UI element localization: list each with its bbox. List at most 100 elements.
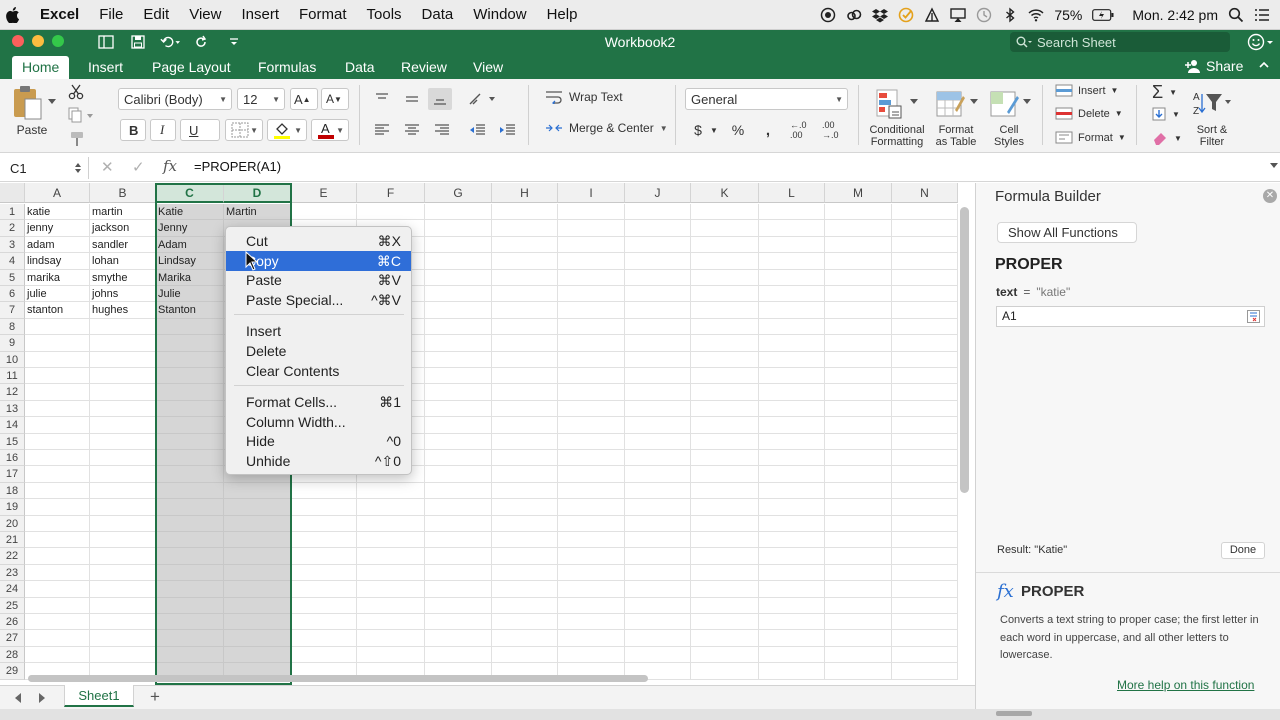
dropbox-icon[interactable] (872, 7, 889, 23)
cell-h26[interactable] (492, 614, 558, 631)
cell-a20[interactable] (25, 515, 90, 532)
cell-l13[interactable] (759, 400, 825, 418)
row-header-11[interactable]: 11 (0, 368, 25, 385)
cell-m21[interactable] (825, 532, 892, 549)
cell-n9[interactable] (892, 335, 958, 352)
search-sheet-field[interactable]: Search Sheet (1010, 32, 1230, 52)
insert-function-icon[interactable]: fx (163, 157, 177, 175)
notification-center-icon[interactable] (1254, 7, 1270, 23)
cell-l14[interactable] (759, 417, 825, 434)
wrap-text-button[interactable]: Wrap Text (545, 90, 623, 104)
row-header-7[interactable]: 7 (0, 302, 25, 319)
cell-g16[interactable] (425, 450, 492, 467)
cell-l7[interactable] (759, 302, 825, 319)
cell-b21[interactable] (90, 532, 156, 549)
cell-k2[interactable] (691, 220, 759, 237)
conditional-formatting-button[interactable] (875, 87, 905, 121)
cell-l1[interactable] (759, 204, 825, 221)
cell-i8[interactable] (558, 318, 625, 336)
cell-m23[interactable] (825, 564, 892, 582)
row-header-20[interactable]: 20 (0, 515, 25, 532)
cell-a14[interactable] (25, 417, 90, 434)
fill-color-button[interactable]: ▼ (267, 119, 307, 141)
cell-a2[interactable]: jenny (25, 220, 90, 237)
cell-n26[interactable] (892, 614, 958, 631)
zoom-window-button[interactable] (52, 35, 64, 47)
cell-n7[interactable] (892, 302, 958, 319)
cell-m27[interactable] (825, 630, 892, 647)
cell-j5[interactable] (625, 269, 691, 286)
cell-k19[interactable] (691, 499, 759, 516)
cell-l23[interactable] (759, 564, 825, 582)
cell-f27[interactable] (357, 630, 425, 647)
column-header-b[interactable]: B (90, 183, 156, 203)
cell-l3[interactable] (759, 236, 825, 254)
cell-n28[interactable] (892, 646, 958, 664)
format-as-table-chevron-icon[interactable] (970, 99, 978, 105)
cell-h11[interactable] (492, 368, 558, 385)
delete-cells-button[interactable]: Delete ▼ (1055, 107, 1123, 120)
cell-j18[interactable] (625, 482, 691, 500)
close-window-button[interactable] (12, 35, 24, 47)
comma-style-button[interactable]: , (756, 119, 780, 141)
cell-g13[interactable] (425, 400, 492, 418)
cell-j16[interactable] (625, 450, 691, 467)
cell-j13[interactable] (625, 400, 691, 418)
cell-c16[interactable] (156, 450, 224, 467)
currency-button[interactable]: $ (686, 119, 710, 141)
cut-scissors-icon[interactable] (68, 84, 84, 100)
cell-a15[interactable] (25, 433, 90, 450)
cell-c27[interactable] (156, 630, 224, 647)
cell-k29[interactable] (691, 663, 759, 680)
cell-m20[interactable] (825, 515, 892, 532)
cell-g21[interactable] (425, 532, 492, 549)
feedback-smiley-icon[interactable] (1247, 33, 1275, 51)
borders-button[interactable]: ▼ (225, 119, 263, 141)
copy-icon[interactable] (68, 107, 94, 123)
cell-h27[interactable] (492, 630, 558, 647)
cell-c12[interactable] (156, 384, 224, 401)
cell-a5[interactable]: marika (25, 269, 90, 286)
cell-h6[interactable] (492, 286, 558, 303)
cell-b20[interactable] (90, 515, 156, 532)
cell-j27[interactable] (625, 630, 691, 647)
cell-d1[interactable]: Martin (224, 204, 291, 221)
cell-b11[interactable] (90, 368, 156, 385)
cell-n2[interactable] (892, 220, 958, 237)
cell-i3[interactable] (558, 236, 625, 254)
align-top-button[interactable] (370, 88, 394, 110)
cell-c6[interactable]: Julie (156, 286, 224, 303)
row-header-6[interactable]: 6 (0, 286, 25, 303)
cell-j25[interactable] (625, 597, 691, 614)
format-painter-icon[interactable] (68, 131, 86, 147)
cell-i21[interactable] (558, 532, 625, 549)
cell-a23[interactable] (25, 564, 90, 582)
cell-i28[interactable] (558, 646, 625, 664)
cell-h24[interactable] (492, 581, 558, 598)
airplay-icon[interactable] (950, 7, 967, 23)
row-header-14[interactable]: 14 (0, 417, 25, 434)
menu-item-paste[interactable]: Paste ⌘V (226, 270, 411, 290)
cell-n3[interactable] (892, 236, 958, 254)
underline-button[interactable]: U (180, 119, 220, 141)
battery-charging-icon[interactable] (1092, 8, 1114, 21)
menu-item-cut[interactable]: Cut ⌘X (226, 231, 411, 251)
cell-c22[interactable] (156, 548, 224, 565)
cell-g1[interactable] (425, 204, 492, 221)
font-size-dropdown[interactable]: 12 ▼ (237, 88, 285, 110)
tab-data[interactable]: Data (335, 56, 385, 79)
cell-k8[interactable] (691, 318, 759, 336)
menu-item-unhide[interactable]: Unhide ^⇧0 (226, 451, 411, 471)
cell-e1[interactable] (291, 204, 357, 221)
tab-review[interactable]: Review (391, 56, 457, 79)
cell-g19[interactable] (425, 499, 492, 516)
close-pane-icon[interactable]: ✕ (1263, 189, 1277, 203)
cell-n23[interactable] (892, 564, 958, 582)
cell-b24[interactable] (90, 581, 156, 598)
cell-m4[interactable] (825, 253, 892, 270)
zoom-slider[interactable] (996, 711, 1032, 716)
cell-b15[interactable] (90, 433, 156, 450)
cell-c15[interactable] (156, 433, 224, 450)
row-header-1[interactable]: 1 (0, 204, 25, 221)
cell-g24[interactable] (425, 581, 492, 598)
